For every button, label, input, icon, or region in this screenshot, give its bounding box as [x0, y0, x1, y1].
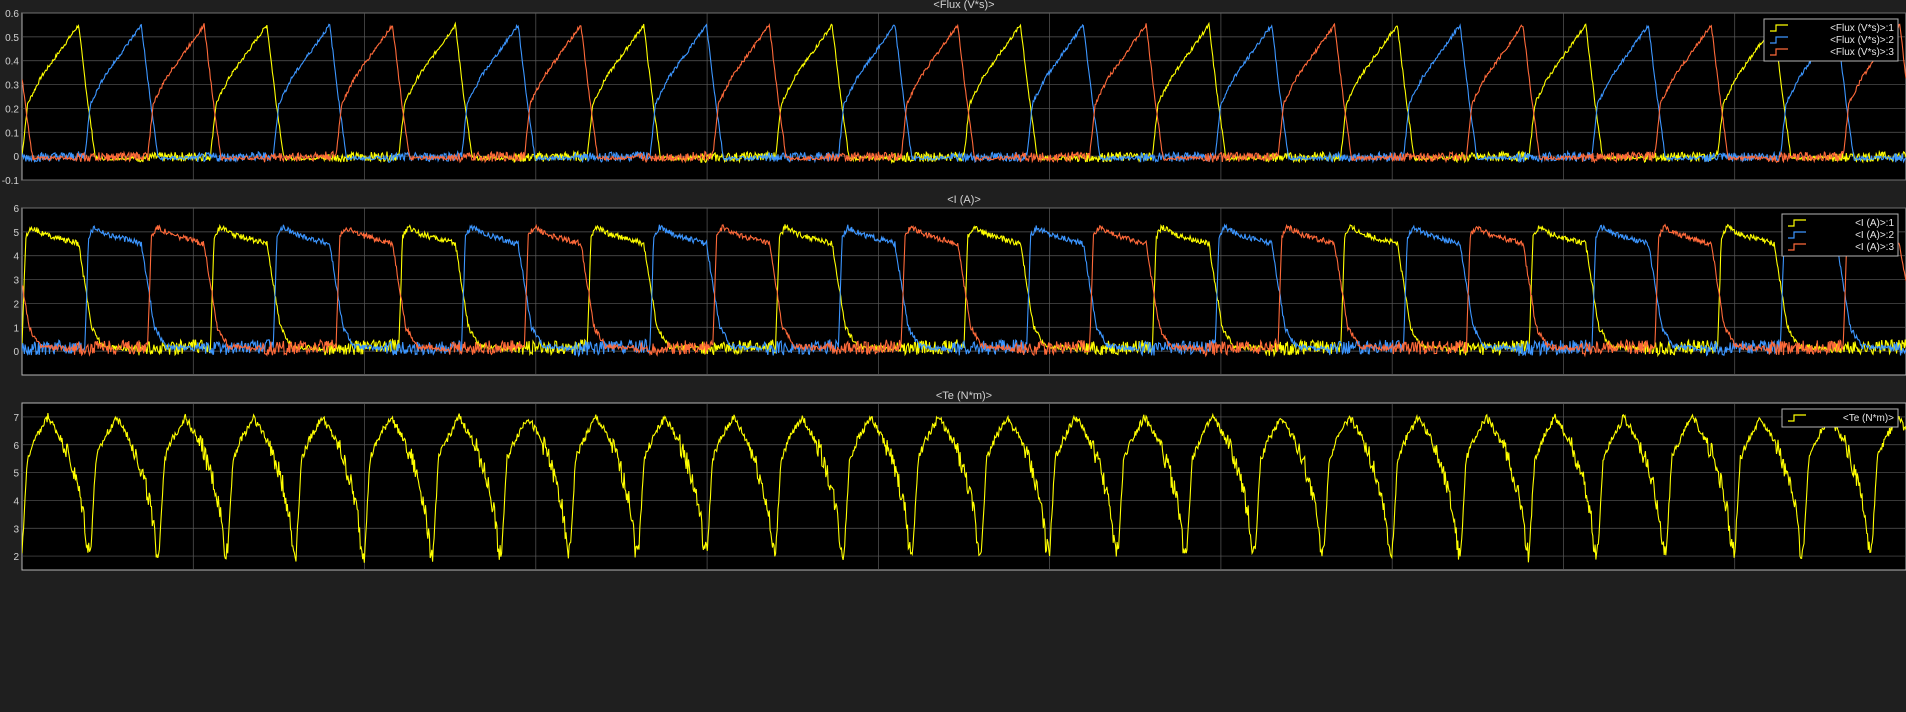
legend-entry: <I (A)>:2 — [1855, 230, 1894, 241]
legend-entry: <I (A)>:3 — [1855, 242, 1894, 253]
y-tick-label: 0 — [13, 152, 19, 163]
legend-entry: <I (A)>:1 — [1855, 218, 1894, 229]
y-tick-label: 0.4 — [5, 57, 19, 68]
plot-title: <Te (N*m)> — [936, 390, 992, 402]
y-tick-label: 6 — [13, 441, 19, 452]
y-tick-label: 4 — [13, 496, 19, 507]
y-tick-label: 7 — [13, 413, 19, 424]
y-tick-label: 3 — [13, 524, 19, 535]
y-tick-label: -0.1 — [2, 176, 20, 187]
y-tick-label: 0 — [13, 347, 19, 358]
legend-entry: <Flux (V*s)>:2 — [1830, 35, 1894, 46]
y-tick-label: 6 — [13, 204, 19, 215]
panel-torque: <Te (N*m)> 2 3 4 5 6 7 <Te (N*m)> — [13, 390, 1906, 571]
panel-flux: <Flux (V*s)> -0.1 0 0.1 0.2 0.3 0.4 0.5 0.6 <Flux… — [2, 0, 1906, 187]
y-tick-label: 2 — [13, 552, 19, 563]
y-tick-label: 0.3 — [5, 81, 19, 92]
y-tick-label: 0.1 — [5, 128, 19, 139]
panel-current: <I (A)> 0 1 2 3 4 5 6 <I (A)>:1<I (A)>:2<I (A)>:… — [13, 194, 1906, 376]
plot-title: <Flux (V*s)> — [933, 0, 994, 11]
legend-entry: <Te (N*m)> — [1843, 413, 1894, 424]
legend-entry: <Flux (V*s)>:1 — [1830, 23, 1894, 34]
y-tick-label: 2 — [13, 299, 19, 310]
y-tick-label: 1 — [13, 323, 19, 334]
y-tick-label: 5 — [13, 228, 19, 239]
legend-entry: <Flux (V*s)>:3 — [1830, 47, 1894, 58]
y-tick-label: 0.2 — [5, 104, 19, 115]
y-tick-label: 5 — [13, 469, 19, 480]
y-tick-label: 4 — [13, 252, 19, 263]
plot-title: <I (A)> — [947, 194, 981, 206]
plot-area — [21, 207, 1906, 376]
y-tick-label: 3 — [13, 276, 19, 287]
plot-area — [21, 402, 1906, 571]
y-tick-label: 0.5 — [5, 33, 19, 44]
scope-window: <Flux (V*s)> -0.1 0 0.1 0.2 0.3 0.4 0.5 0.6 <Flux… — [0, 0, 1906, 707]
y-tick-label: 0.6 — [5, 9, 19, 20]
scope-figure: <Flux (V*s)> -0.1 0 0.1 0.2 0.3 0.4 0.5 0.6 <Flux… — [2, 0, 1906, 571]
